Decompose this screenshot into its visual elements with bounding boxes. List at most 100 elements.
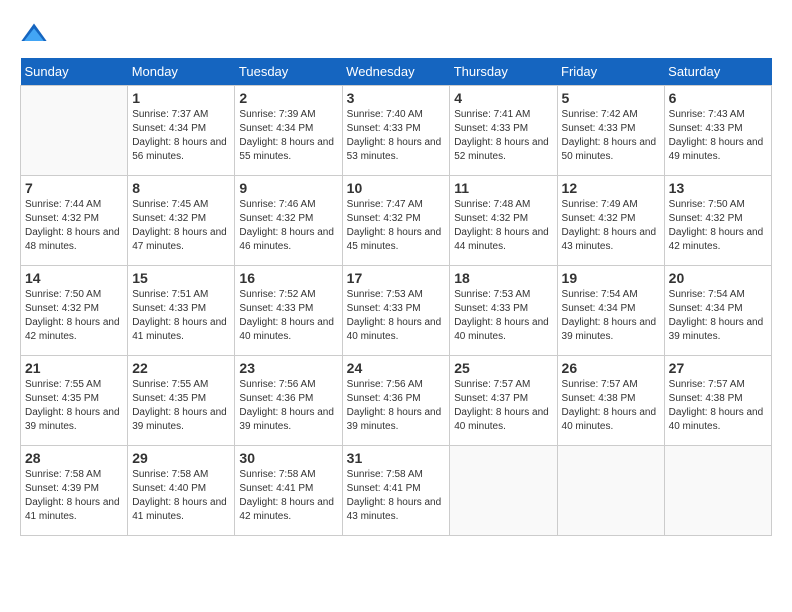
- day-info: Sunrise: 7:53 AMSunset: 4:33 PMDaylight:…: [454, 288, 552, 344]
- calendar-cell: 18 Sunrise: 7:53 AMSunset: 4:33 PMDayligh…: [450, 266, 557, 356]
- day-info: Sunrise: 7:46 AMSunset: 4:32 PMDaylight:…: [239, 198, 337, 254]
- day-info: Sunrise: 7:42 AMSunset: 4:33 PMDaylight:…: [562, 108, 660, 164]
- calendar-cell: 27 Sunrise: 7:57 AMSunset: 4:38 PMDayligh…: [664, 356, 771, 446]
- calendar-cell: 2 Sunrise: 7:39 AMSunset: 4:34 PMDaylight…: [235, 86, 342, 176]
- calendar-cell: 22 Sunrise: 7:55 AMSunset: 4:35 PMDayligh…: [128, 356, 235, 446]
- calendar-cell: 10 Sunrise: 7:47 AMSunset: 4:32 PMDayligh…: [342, 176, 450, 266]
- day-info: Sunrise: 7:57 AMSunset: 4:38 PMDaylight:…: [562, 378, 660, 434]
- day-info: Sunrise: 7:47 AMSunset: 4:32 PMDaylight:…: [347, 198, 446, 254]
- day-number: 2: [239, 90, 337, 106]
- day-info: Sunrise: 7:58 AMSunset: 4:41 PMDaylight:…: [239, 468, 337, 524]
- calendar-cell: 26 Sunrise: 7:57 AMSunset: 4:38 PMDayligh…: [557, 356, 664, 446]
- day-info: Sunrise: 7:56 AMSunset: 4:36 PMDaylight:…: [347, 378, 446, 434]
- day-info: Sunrise: 7:39 AMSunset: 4:34 PMDaylight:…: [239, 108, 337, 164]
- day-number: 29: [132, 450, 230, 466]
- calendar-cell: 14 Sunrise: 7:50 AMSunset: 4:32 PMDayligh…: [21, 266, 128, 356]
- calendar-cell: 24 Sunrise: 7:56 AMSunset: 4:36 PMDayligh…: [342, 356, 450, 446]
- day-number: 20: [669, 270, 767, 286]
- day-info: Sunrise: 7:58 AMSunset: 4:40 PMDaylight:…: [132, 468, 230, 524]
- calendar-cell: 9Sunrise: 7:46 AMSunset: 4:32 PMDaylight…: [235, 176, 342, 266]
- day-info: Sunrise: 7:48 AMSunset: 4:32 PMDaylight:…: [454, 198, 552, 254]
- day-number: 4: [454, 90, 552, 106]
- calendar-cell: [664, 446, 771, 536]
- day-info: Sunrise: 7:57 AMSunset: 4:38 PMDaylight:…: [669, 378, 767, 434]
- calendar-cell: 4 Sunrise: 7:41 AMSunset: 4:33 PMDaylight…: [450, 86, 557, 176]
- day-number: 23: [239, 360, 337, 376]
- day-number: 17: [347, 270, 446, 286]
- day-header-thursday: Thursday: [450, 58, 557, 86]
- calendar-cell: [557, 446, 664, 536]
- calendar-cell: 21 Sunrise: 7:55 AMSunset: 4:35 PMDayligh…: [21, 356, 128, 446]
- calendar-cell: 23 Sunrise: 7:56 AMSunset: 4:36 PMDayligh…: [235, 356, 342, 446]
- day-info: Sunrise: 7:57 AMSunset: 4:37 PMDaylight:…: [454, 378, 552, 434]
- day-info: Sunrise: 7:54 AMSunset: 4:34 PMDaylight:…: [562, 288, 660, 344]
- calendar-cell: 19 Sunrise: 7:54 AMSunset: 4:34 PMDayligh…: [557, 266, 664, 356]
- calendar-week-4: 28Sunrise: 7:58 AMSunset: 4:39 PMDayligh…: [21, 446, 772, 536]
- calendar-cell: 29 Sunrise: 7:58 AMSunset: 4:40 PMDayligh…: [128, 446, 235, 536]
- day-info: Sunrise: 7:55 AMSunset: 4:35 PMDaylight:…: [132, 378, 230, 434]
- day-number: 7: [25, 180, 123, 196]
- calendar-cell: 11 Sunrise: 7:48 AMSunset: 4:32 PMDayligh…: [450, 176, 557, 266]
- day-info: Sunrise: 7:49 AMSunset: 4:32 PMDaylight:…: [562, 198, 660, 254]
- day-header-monday: Monday: [128, 58, 235, 86]
- calendar-cell: 15 Sunrise: 7:51 AMSunset: 4:33 PMDayligh…: [128, 266, 235, 356]
- day-header-friday: Friday: [557, 58, 664, 86]
- calendar: SundayMondayTuesdayWednesdayThursdayFrid…: [20, 58, 772, 536]
- day-info: Sunrise: 7:43 AMSunset: 4:33 PMDaylight:…: [669, 108, 767, 164]
- day-number: 18: [454, 270, 552, 286]
- calendar-cell: 12 Sunrise: 7:49 AMSunset: 4:32 PMDayligh…: [557, 176, 664, 266]
- calendar-cell: 7Sunrise: 7:44 AMSunset: 4:32 PMDaylight…: [21, 176, 128, 266]
- day-number: 14: [25, 270, 123, 286]
- day-number: 19: [562, 270, 660, 286]
- calendar-cell: 30Sunrise: 7:58 AMSunset: 4:41 PMDayligh…: [235, 446, 342, 536]
- calendar-cell: 3 Sunrise: 7:40 AMSunset: 4:33 PMDaylight…: [342, 86, 450, 176]
- logo: [20, 20, 52, 48]
- calendar-cell: 28Sunrise: 7:58 AMSunset: 4:39 PMDayligh…: [21, 446, 128, 536]
- day-info: Sunrise: 7:58 AMSunset: 4:39 PMDaylight:…: [25, 468, 123, 524]
- day-info: Sunrise: 7:52 AMSunset: 4:33 PMDaylight:…: [239, 288, 337, 344]
- day-number: 31: [347, 450, 446, 466]
- day-header-sunday: Sunday: [21, 58, 128, 86]
- calendar-cell: 31 Sunrise: 7:58 AMSunset: 4:41 PMDayligh…: [342, 446, 450, 536]
- day-number: 21: [25, 360, 123, 376]
- day-number: 26: [562, 360, 660, 376]
- day-header-tuesday: Tuesday: [235, 58, 342, 86]
- day-number: 22: [132, 360, 230, 376]
- page-header: [20, 20, 772, 48]
- calendar-cell: 6 Sunrise: 7:43 AMSunset: 4:33 PMDaylight…: [664, 86, 771, 176]
- calendar-cell: [21, 86, 128, 176]
- day-number: 13: [669, 180, 767, 196]
- day-info: Sunrise: 7:56 AMSunset: 4:36 PMDaylight:…: [239, 378, 337, 434]
- calendar-cell: 5Sunrise: 7:42 AMSunset: 4:33 PMDaylight…: [557, 86, 664, 176]
- day-header-wednesday: Wednesday: [342, 58, 450, 86]
- calendar-cell: 17 Sunrise: 7:53 AMSunset: 4:33 PMDayligh…: [342, 266, 450, 356]
- day-info: Sunrise: 7:50 AMSunset: 4:32 PMDaylight:…: [25, 288, 123, 344]
- calendar-cell: 16 Sunrise: 7:52 AMSunset: 4:33 PMDayligh…: [235, 266, 342, 356]
- calendar-cell: 1Sunrise: 7:37 AMSunset: 4:34 PMDaylight…: [128, 86, 235, 176]
- day-number: 24: [347, 360, 446, 376]
- day-number: 15: [132, 270, 230, 286]
- calendar-cell: 13 Sunrise: 7:50 AMSunset: 4:32 PMDayligh…: [664, 176, 771, 266]
- day-number: 6: [669, 90, 767, 106]
- day-number: 1: [132, 90, 230, 106]
- calendar-cell: 20 Sunrise: 7:54 AMSunset: 4:34 PMDayligh…: [664, 266, 771, 356]
- day-number: 10: [347, 180, 446, 196]
- day-info: Sunrise: 7:55 AMSunset: 4:35 PMDaylight:…: [25, 378, 123, 434]
- calendar-week-2: 14 Sunrise: 7:50 AMSunset: 4:32 PMDayligh…: [21, 266, 772, 356]
- day-info: Sunrise: 7:58 AMSunset: 4:41 PMDaylight:…: [347, 468, 446, 524]
- day-number: 12: [562, 180, 660, 196]
- day-number: 16: [239, 270, 337, 286]
- logo-icon: [20, 20, 48, 48]
- day-number: 8: [132, 180, 230, 196]
- calendar-week-0: 1Sunrise: 7:37 AMSunset: 4:34 PMDaylight…: [21, 86, 772, 176]
- day-info: Sunrise: 7:53 AMSunset: 4:33 PMDaylight:…: [347, 288, 446, 344]
- day-number: 27: [669, 360, 767, 376]
- day-number: 11: [454, 180, 552, 196]
- day-info: Sunrise: 7:41 AMSunset: 4:33 PMDaylight:…: [454, 108, 552, 164]
- day-info: Sunrise: 7:40 AMSunset: 4:33 PMDaylight:…: [347, 108, 446, 164]
- day-info: Sunrise: 7:51 AMSunset: 4:33 PMDaylight:…: [132, 288, 230, 344]
- day-number: 3: [347, 90, 446, 106]
- day-info: Sunrise: 7:54 AMSunset: 4:34 PMDaylight:…: [669, 288, 767, 344]
- calendar-week-3: 21 Sunrise: 7:55 AMSunset: 4:35 PMDayligh…: [21, 356, 772, 446]
- day-info: Sunrise: 7:50 AMSunset: 4:32 PMDaylight:…: [669, 198, 767, 254]
